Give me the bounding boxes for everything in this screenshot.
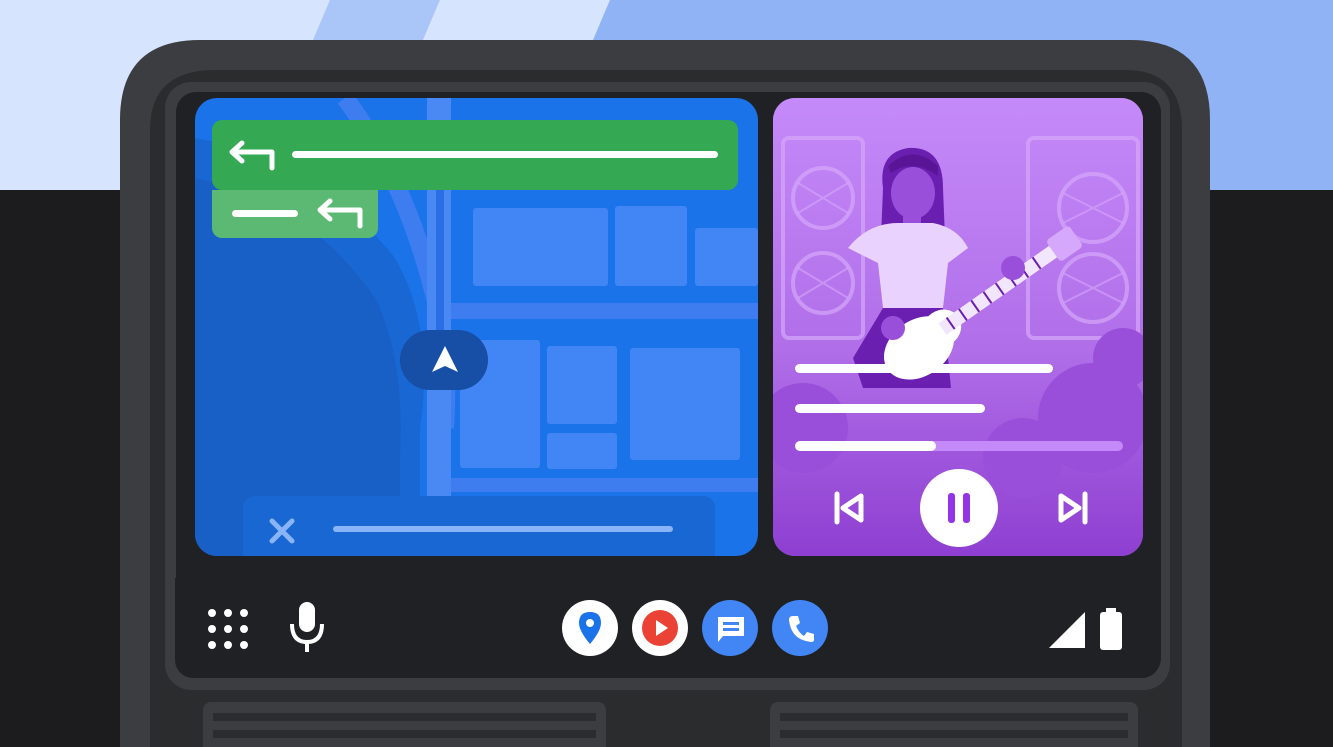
app-messages[interactable] <box>702 600 758 656</box>
track-artist-placeholder <box>795 404 985 413</box>
nav-instruction-text-placeholder <box>292 151 718 158</box>
next-turn-chip[interactable] <box>212 190 378 238</box>
map-block <box>473 208 608 286</box>
app-youtube-music[interactable] <box>632 600 688 656</box>
navigation-arrow-icon <box>432 346 458 372</box>
map-block <box>615 206 687 286</box>
playback-progress-fill <box>795 441 936 451</box>
map-block <box>695 228 758 286</box>
phone-icon <box>789 616 814 642</box>
map-block <box>630 348 740 460</box>
play-icon <box>642 610 678 646</box>
left-vent <box>203 702 606 747</box>
app-phone[interactable] <box>772 600 828 656</box>
turn-left-arrow-icon <box>317 198 363 229</box>
skip-previous-icon[interactable] <box>831 490 867 526</box>
map-road <box>451 303 758 319</box>
skip-next-icon[interactable] <box>1055 490 1091 526</box>
track-title-placeholder <box>795 364 1053 373</box>
trip-summary-bar[interactable] <box>243 496 715 556</box>
map-block <box>547 433 617 469</box>
playback-progress-bar[interactable] <box>795 441 1123 451</box>
app-maps[interactable] <box>562 600 618 656</box>
media-player-card[interactable] <box>773 98 1143 556</box>
play-pause-button[interactable] <box>920 469 998 547</box>
pause-icon <box>948 493 970 523</box>
navigation-map[interactable] <box>195 98 758 556</box>
android-auto-scene <box>0 0 1333 747</box>
route-line <box>436 188 444 348</box>
app-grid-icon[interactable] <box>205 606 251 652</box>
microphone-icon[interactable] <box>287 600 327 656</box>
current-location-marker <box>400 330 488 390</box>
right-vent <box>770 702 1138 747</box>
battery-icon <box>1100 608 1122 650</box>
signal-icon <box>1049 612 1085 648</box>
next-turn-distance-placeholder <box>232 210 298 217</box>
close-icon[interactable] <box>267 516 297 546</box>
turn-left-arrow-icon <box>229 140 275 171</box>
maps-pin-icon <box>579 612 601 644</box>
nav-instruction-banner[interactable] <box>212 120 738 190</box>
bottom-app-bar <box>175 578 1160 678</box>
map-block <box>547 346 617 424</box>
message-icon <box>718 617 744 642</box>
trip-summary-text-placeholder <box>333 526 673 532</box>
map-road <box>451 478 758 492</box>
